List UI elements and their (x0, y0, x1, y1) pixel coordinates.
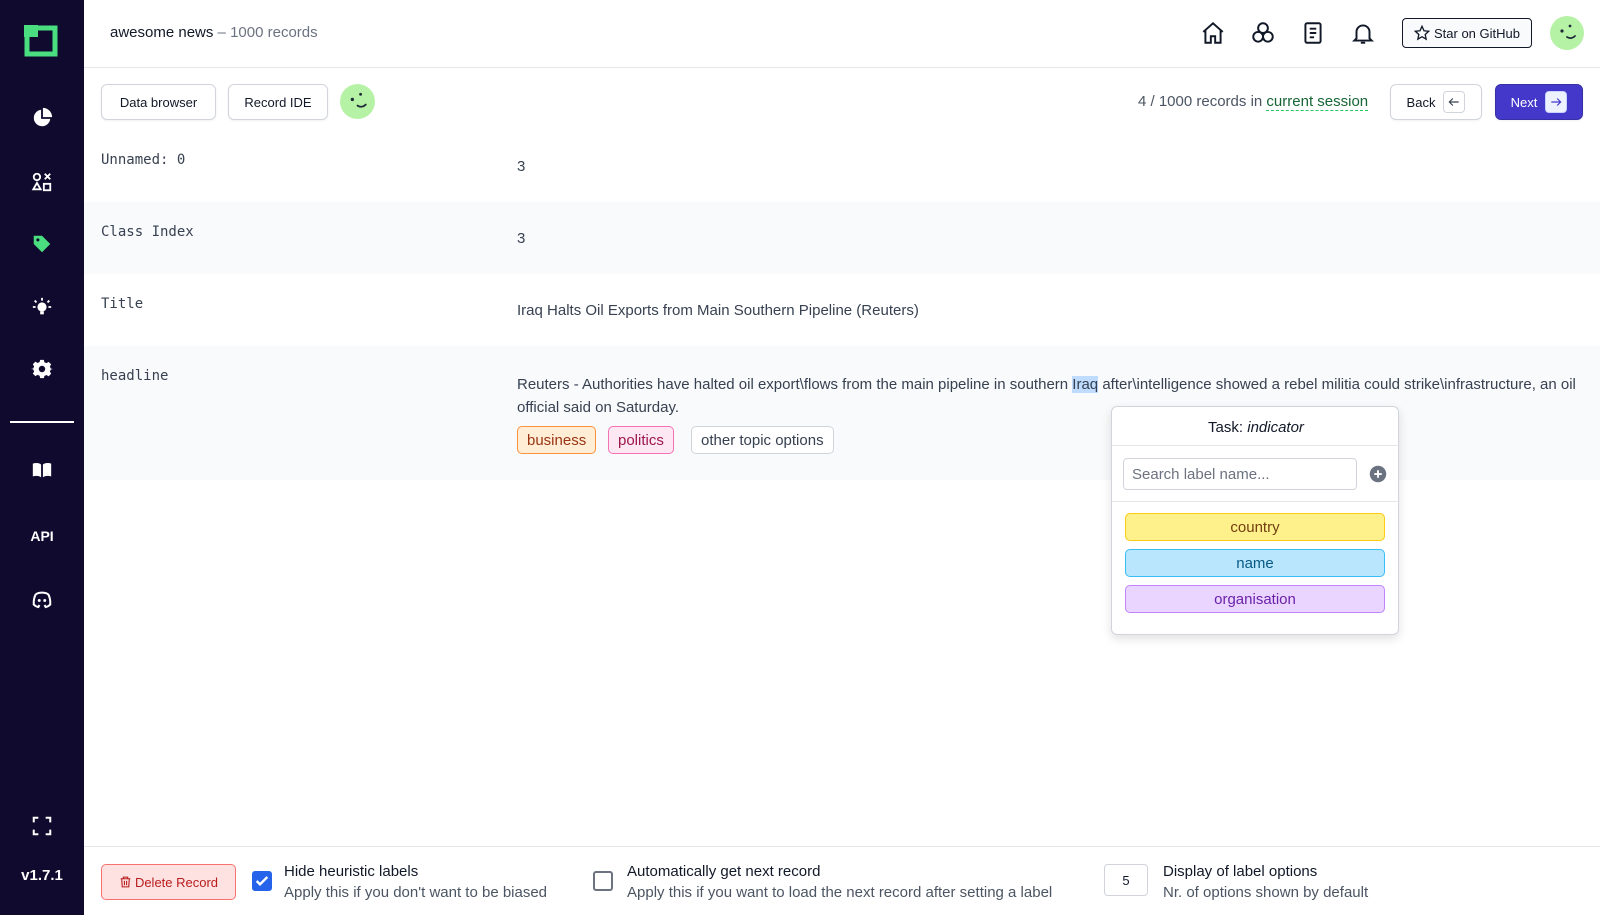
fullscreen-icon[interactable] (28, 812, 56, 840)
session-count: 4 / 1000 records in (1138, 93, 1267, 110)
version-label: v1.7.1 (21, 867, 63, 884)
selected-token[interactable]: Iraq (1072, 376, 1099, 393)
home-icon[interactable] (1200, 20, 1226, 46)
star-github-button[interactable]: Star on GitHub (1402, 18, 1532, 48)
headline-before: Reuters - Authorities have halted oil ex… (517, 376, 1073, 393)
back-label: Back (1406, 94, 1436, 110)
arrow-right-icon (1545, 91, 1568, 113)
projects-icon[interactable] (1250, 20, 1276, 46)
page-title: awesome news – 1000 records (110, 24, 318, 41)
star-github-label: Star on GitHub (1434, 25, 1520, 41)
record-row: Class Index 3 (84, 202, 1600, 274)
footer: Delete Record Hide heuristic labels Appl… (84, 846, 1600, 915)
shapes-icon[interactable] (28, 168, 56, 196)
document-icon[interactable] (1300, 20, 1326, 46)
project-name: awesome news (110, 24, 214, 41)
field-key: Unnamed: 0 (101, 152, 186, 168)
label-chip-business[interactable]: business (517, 426, 597, 454)
label-chip-politics[interactable]: politics (608, 426, 674, 454)
label-search-input[interactable] (1123, 458, 1357, 490)
record-row: Unnamed: 0 3 (84, 134, 1600, 202)
add-circle-icon[interactable] (1369, 465, 1387, 483)
popup-divider (1112, 501, 1400, 502)
delete-record-button[interactable]: Delete Record (101, 864, 236, 900)
checkmark-icon (255, 876, 269, 886)
bell-icon[interactable] (1350, 20, 1376, 46)
discord-icon[interactable] (28, 586, 56, 614)
header: awesome news – 1000 records Star on GitH… (84, 0, 1600, 68)
hide-heuristic-desc: Apply this if you don't want to be biase… (284, 884, 548, 901)
headline-text[interactable]: Reuters - Authorities have halted oil ex… (517, 373, 1587, 419)
record-ide-button[interactable]: Record IDE (228, 84, 328, 120)
auto-next-title: Automatically get next record (627, 863, 821, 880)
sidebar: API v1.7.1 (0, 0, 84, 915)
record-row: Title Iraq Halts Oil Exports from Main S… (84, 274, 1600, 346)
label-option-country[interactable]: country (1125, 513, 1385, 541)
tag-icon[interactable] (28, 230, 56, 258)
label-options-count-input[interactable]: 5 (1104, 864, 1148, 896)
book-icon[interactable] (28, 456, 56, 484)
session-link[interactable]: current session (1266, 93, 1369, 111)
task-name: indicator (1247, 419, 1304, 436)
label-option-organisation[interactable]: organisation (1125, 585, 1385, 613)
trash-icon (120, 876, 131, 888)
display-options-title: Display of label options (1163, 863, 1318, 880)
next-button[interactable]: Next (1495, 84, 1583, 120)
star-icon (1414, 25, 1430, 41)
sidebar-divider (10, 421, 74, 423)
popup-title: Task: indicator (1112, 419, 1400, 436)
user-avatar[interactable] (1550, 16, 1584, 50)
data-browser-label: Data browser (119, 94, 198, 110)
field-value: 3 (517, 158, 526, 175)
popup-divider (1112, 445, 1400, 446)
label-popup: Task: indicator country name organisatio… (1111, 406, 1400, 635)
logo[interactable] (24, 25, 60, 59)
field-key: Title (101, 296, 144, 312)
field-value: Iraq Halts Oil Exports from Main Souther… (517, 302, 919, 319)
api-link[interactable]: API (28, 522, 56, 550)
api-label: API (30, 528, 54, 544)
auto-next-desc: Apply this if you want to load the next … (627, 884, 1053, 901)
next-label: Next (1510, 94, 1538, 110)
field-key: headline (101, 368, 169, 384)
field-value: 3 (517, 230, 526, 247)
gear-icon[interactable] (28, 355, 56, 383)
record-count: 1000 records (230, 24, 318, 41)
auto-next-checkbox[interactable] (593, 871, 613, 891)
record-ide-label: Record IDE (244, 94, 312, 110)
annotator-avatar[interactable] (340, 84, 375, 119)
bulb-icon[interactable] (28, 293, 56, 321)
display-options-desc: Nr. of options shown by default (1163, 884, 1369, 901)
back-button[interactable]: Back (1390, 84, 1482, 120)
label-option-name[interactable]: name (1125, 549, 1385, 577)
task-prefix: Task: (1208, 419, 1248, 436)
hide-heuristic-title: Hide heuristic labels (284, 863, 419, 880)
title-separator: – (213, 24, 231, 41)
chart-pie-icon[interactable] (28, 104, 56, 132)
delete-record-label: Delete Record (134, 874, 219, 890)
other-topic-options-button[interactable]: other topic options (691, 426, 834, 454)
hide-heuristic-checkbox[interactable] (252, 871, 272, 891)
session-status: 4 / 1000 records in current session (1138, 93, 1369, 111)
field-key: Class Index (101, 224, 194, 240)
data-browser-button[interactable]: Data browser (101, 84, 216, 120)
arrow-left-icon (1443, 91, 1466, 113)
